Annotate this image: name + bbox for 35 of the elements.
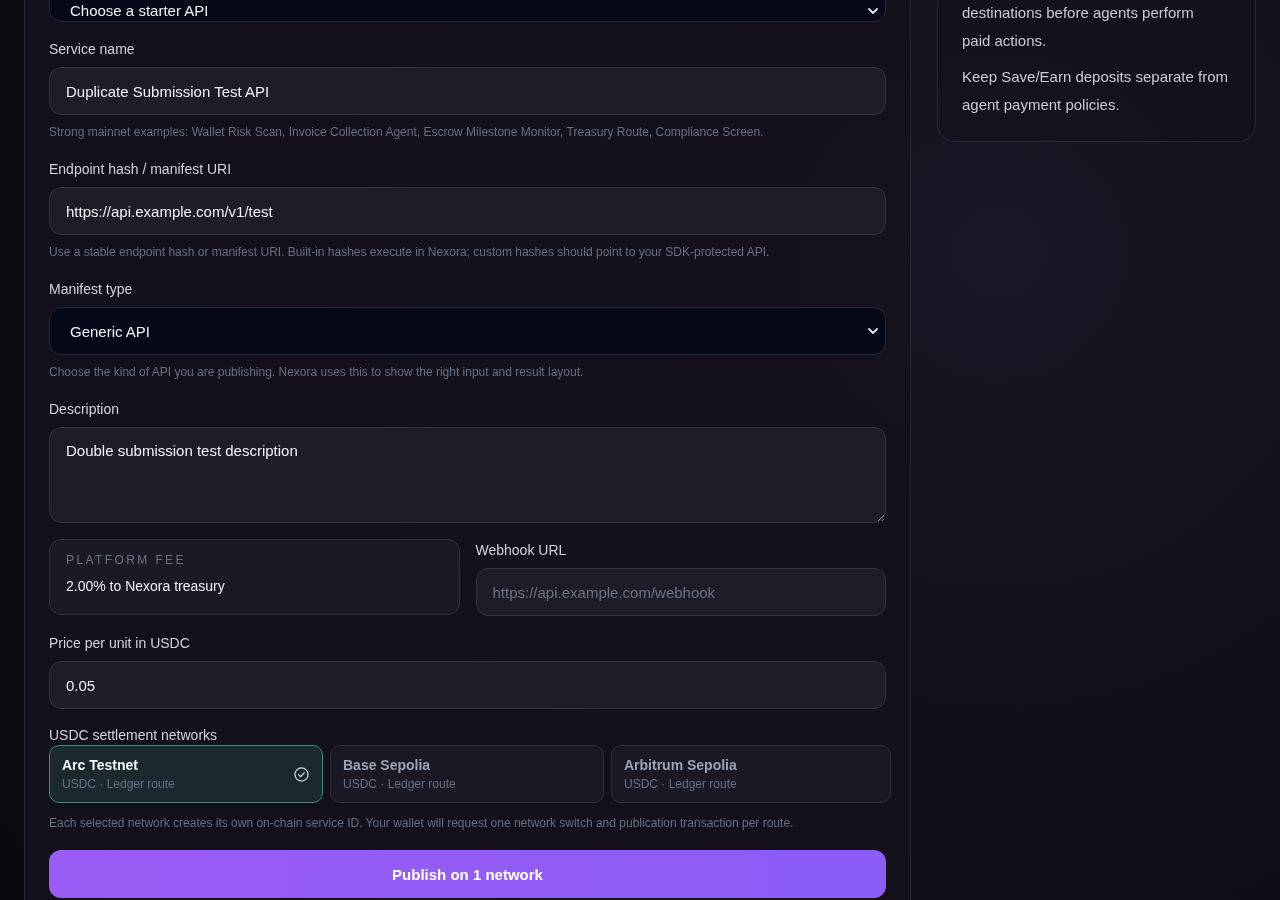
webhook-input[interactable]: https://api.example.com/webhook xyxy=(475,568,886,616)
field-label: Manifest type xyxy=(49,280,134,299)
dropdown-select[interactable]: Generic API xyxy=(49,307,886,355)
field-label: Price per unit in USDC xyxy=(49,634,191,653)
network-name: Base Sepolia xyxy=(343,756,431,775)
description-textarea[interactable]: Double submission test description xyxy=(49,427,886,523)
text-input[interactable]: https://api.example.com/v1/test xyxy=(49,187,886,235)
fee-label: PLATFORM FEE xyxy=(66,552,186,568)
text-input[interactable]: Duplicate Submission Test API xyxy=(49,67,886,115)
network-name: Arbitrum Sepolia xyxy=(624,756,737,775)
network-option[interactable]: Arbitrum Sepolia USDC · Ledger route xyxy=(611,745,891,803)
network-detail: USDC · Ledger route xyxy=(62,776,175,793)
fee-value: 2.00% to Nexora treasury xyxy=(66,577,225,596)
hint-text: Each selected network creates its own on-chain service ID. Your wallet will request one network switch and publication transaction per route. xyxy=(49,815,795,832)
field-label: Description xyxy=(49,400,121,419)
price-input[interactable]: 0.05 xyxy=(49,661,886,709)
publish-button[interactable]: Publish on 1 network xyxy=(49,850,886,898)
field-label: Endpoint hash / manifest URI xyxy=(49,160,233,179)
hint-text: Use a stable endpoint hash or manifest URI. Built-in hashes execute in Nexora; custom hashes should point to your SDK-protected API. xyxy=(49,244,771,261)
info-text: Keep Save/Earn deposits separate from agent payment policies. xyxy=(962,67,1229,115)
chevron-down-icon xyxy=(868,8,878,14)
dropdown-select[interactable]: Choose a starter API xyxy=(49,0,886,22)
network-detail: USDC · Ledger route xyxy=(343,776,456,793)
check-circle-icon xyxy=(294,766,309,782)
network-detail: USDC · Ledger route xyxy=(624,776,737,793)
network-name: Arc Testnet xyxy=(62,756,138,775)
chevron-down-icon xyxy=(868,328,878,334)
hint-text: Choose the kind of API you are publishing. Nexora uses this to show the right input and result layout. xyxy=(49,364,585,381)
info-text: destinations before agents perform paid actions. xyxy=(962,3,1195,51)
field-label: Webhook URL xyxy=(475,541,568,560)
field-label: Service name xyxy=(49,40,136,59)
network-option[interactable]: Arc Testnet USDC · Ledger route xyxy=(49,745,323,803)
field-label: USDC settlement networks xyxy=(49,726,219,745)
network-option[interactable]: Base Sepolia USDC · Ledger route xyxy=(330,745,604,803)
hint-text: Strong mainnet examples: Wallet Risk Scan, Invoice Collection Agent, Escrow Milestone Monitor, Treasury Route, Compliance Screen. xyxy=(49,124,765,141)
